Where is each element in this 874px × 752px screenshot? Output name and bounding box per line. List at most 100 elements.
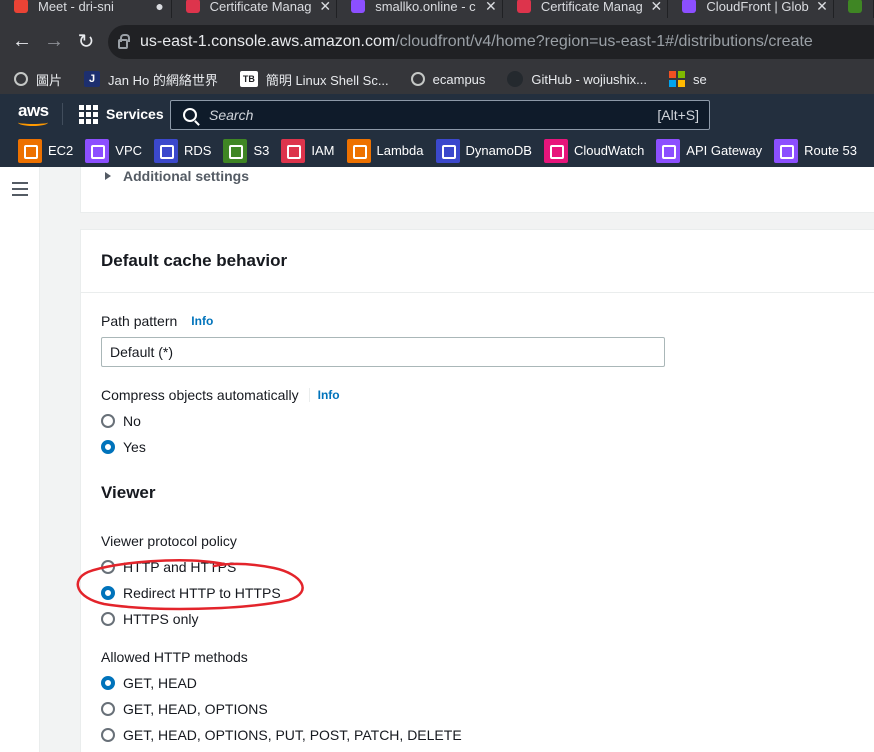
aws-logo[interactable]: aws bbox=[16, 100, 56, 128]
shortcut-label: DynamoDB bbox=[465, 143, 532, 158]
radio-button[interactable] bbox=[101, 728, 115, 742]
shortcut-route53[interactable]: Route 53 bbox=[774, 138, 857, 163]
viewer-protocol-option-redirect[interactable]: Redirect HTTP to HTTPS bbox=[101, 585, 281, 601]
path-pattern-info-link[interactable]: Info bbox=[187, 314, 213, 328]
additional-settings-toggle[interactable]: Additional settings bbox=[105, 168, 249, 184]
back-arrow-icon[interactable]: ← bbox=[6, 30, 38, 53]
browser-tab[interactable]: Certificate Manag ✕ bbox=[171, 0, 338, 18]
browser-tab[interactable]: Meet - dri-sni ● bbox=[0, 0, 172, 18]
path-pattern-input[interactable] bbox=[101, 337, 665, 367]
radio-button[interactable] bbox=[101, 702, 115, 716]
forward-arrow-icon[interactable]: → bbox=[38, 30, 70, 53]
shortcut-label: IAM bbox=[311, 143, 335, 158]
allowed-methods-option-all[interactable]: GET, HEAD, OPTIONS, PUT, POST, PATCH, DE… bbox=[101, 727, 462, 743]
tab-label: Certificate Manag bbox=[540, 0, 643, 14]
compress-info-link[interactable]: Info bbox=[308, 388, 340, 402]
bookmark-item[interactable]: GitHub - wojiushix... bbox=[507, 71, 647, 87]
shortcut-vpc[interactable]: VPC bbox=[85, 138, 143, 163]
bookmark-item[interactable]: ecampus bbox=[410, 71, 486, 87]
browser-tab[interactable] bbox=[834, 0, 874, 18]
cloudwatch-icon bbox=[543, 138, 568, 163]
shortcut-lambda[interactable]: Lambda bbox=[346, 138, 424, 163]
shortcut-iam[interactable]: IAM bbox=[281, 138, 335, 163]
radio-button-checked[interactable] bbox=[101, 586, 115, 600]
compress-option-yes[interactable]: Yes bbox=[101, 439, 146, 455]
services-menu-button[interactable]: Services bbox=[79, 104, 164, 124]
bookmark-label: se bbox=[693, 71, 707, 87]
search-box[interactable]: [Alt+S] bbox=[170, 100, 710, 130]
hamburger-menu-icon[interactable] bbox=[12, 182, 28, 200]
shortcut-s3[interactable]: S3 bbox=[223, 138, 270, 163]
browser-tab[interactable]: Certificate Manag ✕ bbox=[502, 0, 669, 18]
compress-label-row: Compress objects automatically Info bbox=[101, 387, 340, 403]
allowed-methods-option-get-head[interactable]: GET, HEAD bbox=[101, 675, 197, 691]
additional-settings-label: Additional settings bbox=[123, 168, 249, 184]
compress-option-no[interactable]: No bbox=[101, 413, 141, 429]
viewer-protocol-option-http-and-https[interactable]: HTTP and HTTPS bbox=[101, 559, 236, 575]
caret-right-icon bbox=[105, 172, 111, 180]
rds-icon bbox=[154, 138, 179, 163]
default-cache-behavior-card: Default cache behavior Path pattern Info… bbox=[80, 229, 874, 752]
services-label: Services bbox=[106, 106, 164, 122]
viewer-protocol-option-https-only[interactable]: HTTPS only bbox=[101, 611, 198, 627]
shortcut-cloudwatch[interactable]: CloudWatch bbox=[543, 138, 644, 163]
bookmark-label: ecampus bbox=[432, 71, 486, 87]
shortcut-label: VPC bbox=[115, 143, 143, 158]
bookmark-item[interactable]: 圖片 bbox=[14, 70, 62, 89]
close-icon[interactable]: ✕ bbox=[480, 0, 502, 15]
section-title: Default cache behavior bbox=[101, 251, 288, 270]
search-icon bbox=[183, 108, 197, 122]
bookmark-item[interactable]: J Jan Ho 的網絡世界 bbox=[84, 70, 218, 89]
api-gateway-icon bbox=[656, 138, 681, 163]
shortcut-rds[interactable]: RDS bbox=[154, 138, 212, 163]
service-shortcuts-bar: EC2 VPC RDS S3 IAM Lambda DynamoDB Cloud… bbox=[0, 134, 874, 167]
radio-button[interactable] bbox=[101, 560, 115, 574]
bookmark-label: 簡明 Linux Shell Sc... bbox=[265, 72, 389, 88]
radio-button[interactable] bbox=[101, 612, 115, 626]
bookmark-item[interactable]: TB 簡明 Linux Shell Sc... bbox=[239, 70, 389, 89]
close-icon[interactable]: ✕ bbox=[645, 0, 667, 15]
radio-label: Yes bbox=[123, 439, 146, 455]
nav-divider bbox=[62, 103, 63, 125]
radio-button-checked[interactable] bbox=[101, 440, 115, 454]
bookmark-label: Jan Ho 的網絡世界 bbox=[108, 72, 218, 88]
browser-tab-active[interactable]: CloudFront | Glob ✕ bbox=[668, 0, 835, 18]
search-input[interactable] bbox=[209, 107, 658, 123]
shortcut-label: S3 bbox=[253, 143, 270, 158]
side-navigation-rail bbox=[0, 167, 40, 752]
aws-smile-icon bbox=[18, 119, 48, 126]
radio-label: Redirect HTTP to HTTPS bbox=[123, 585, 281, 601]
bookmark-item[interactable]: se bbox=[669, 71, 707, 87]
browser-tab[interactable]: smallko.online - c ✕ bbox=[337, 0, 503, 18]
shortcut-label: RDS bbox=[184, 143, 212, 158]
search-hotkey: [Alt+S] bbox=[657, 107, 699, 123]
viewer-heading: Viewer bbox=[101, 483, 156, 502]
url-path: /cloudfront/v4/home?region=us-east-1#/di… bbox=[395, 33, 813, 50]
close-icon[interactable]: ✕ bbox=[811, 0, 833, 15]
iam-icon bbox=[281, 138, 306, 163]
microsoft-icon bbox=[669, 71, 685, 87]
shortcut-label: API Gateway bbox=[686, 143, 763, 158]
shortcut-dynamodb[interactable]: DynamoDB bbox=[435, 138, 532, 163]
shortcut-api-gateway[interactable]: API Gateway bbox=[656, 138, 763, 163]
url-text: us-east-1.console.aws.amazon.com/cloudfr… bbox=[140, 33, 813, 51]
route53-favicon-icon bbox=[351, 0, 366, 13]
close-icon[interactable]: ● bbox=[149, 0, 171, 14]
meet-favicon-icon bbox=[14, 0, 28, 13]
shortcut-label: EC2 bbox=[48, 143, 74, 158]
reload-icon[interactable]: ↻ bbox=[70, 29, 102, 54]
close-icon[interactable]: ✕ bbox=[314, 0, 336, 15]
path-pattern-label-row: Path pattern Info bbox=[101, 313, 213, 329]
address-bar[interactable]: us-east-1.console.aws.amazon.com/cloudfr… bbox=[108, 25, 874, 59]
radio-button[interactable] bbox=[101, 414, 115, 428]
radio-button-checked[interactable] bbox=[101, 676, 115, 690]
globe-icon bbox=[14, 72, 28, 86]
route53-icon bbox=[774, 138, 799, 163]
radio-label: GET, HEAD, OPTIONS bbox=[123, 701, 268, 717]
shortcut-label: Lambda bbox=[376, 143, 424, 158]
shortcut-ec2[interactable]: EC2 bbox=[18, 138, 74, 163]
radio-label: HTTP and HTTPS bbox=[123, 559, 237, 575]
path-pattern-label: Path pattern bbox=[101, 313, 178, 329]
tab-label: Meet - dri-sni bbox=[38, 0, 114, 14]
allowed-methods-option-get-head-options[interactable]: GET, HEAD, OPTIONS bbox=[101, 701, 268, 717]
